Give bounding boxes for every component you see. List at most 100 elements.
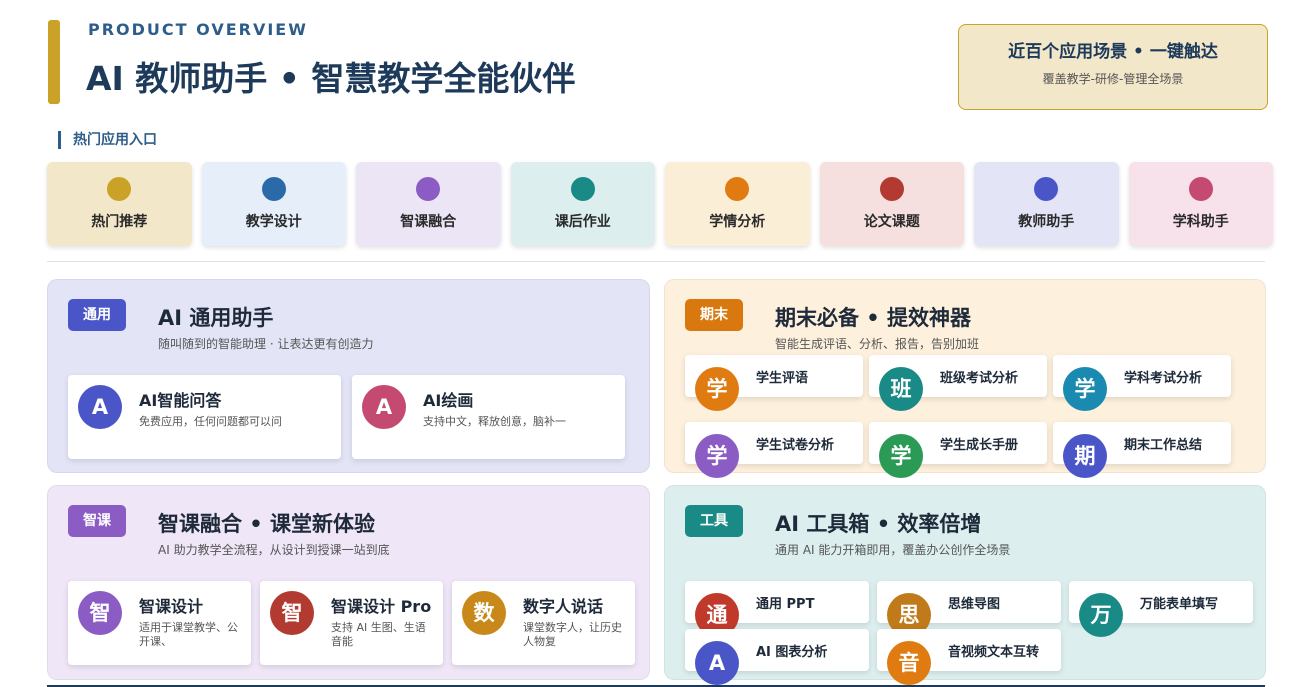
app-card-title: AI绘画 (423, 391, 474, 410)
badge-tools: 工具 (685, 505, 743, 537)
app-icon: 数 (462, 591, 506, 635)
app-item-label: 思维导图 (948, 597, 1001, 612)
app-item-label: 学生评语 (756, 371, 809, 386)
app-icon: A (695, 641, 739, 685)
hot-tile[interactable]: 学情分析 (665, 162, 810, 246)
panel-subtitle: 随叫随到的智能助理 · 让表达更有创造力 (158, 337, 374, 351)
app-card-title: 数字人说话 (523, 597, 604, 616)
app-icon: 智 (78, 591, 122, 635)
hot-tile-label: 学科助手 (1172, 214, 1229, 230)
app-card[interactable]: A AI智能问答免费应用，任何问题都可以问 (68, 375, 341, 459)
panel-final-exam: 期末 期末必备 • 提效神器 智能生成评语、分析、报告，告别加班 学学生评语班班… (664, 279, 1266, 478)
panel-ai-toolbox: 工具 AI 工具箱 • 效率倍增 通用 AI 能力开箱即用，覆盖办公创作全场景 … (664, 485, 1266, 685)
app-item[interactable]: A AI 图表分析 (685, 629, 869, 685)
hot-tiles-row: 热门推荐 教学设计 智课融合 课后作业 学情分析 论文课题 教师助手 学科助手 (47, 162, 1273, 246)
hot-tile-label: 论文课题 (863, 214, 920, 230)
app-item-label: 期末工作总结 (1124, 438, 1203, 453)
app-item-label: 学生试卷分析 (756, 438, 835, 453)
circle-icon (725, 177, 750, 201)
app-card-desc: 课堂数字人，让历史人物复 (523, 621, 622, 648)
app-item-label: AI 图表分析 (756, 645, 828, 660)
app-card-desc: 免费应用，任何问题都可以问 (139, 415, 282, 428)
app-icon: A (362, 385, 406, 429)
hot-tile-label: 热门推荐 (91, 214, 148, 230)
app-icon: 音 (887, 641, 931, 685)
app-card[interactable]: 智智课设计适用于课堂教学、公开课、 (68, 581, 251, 665)
app-item-label: 学科考试分析 (1124, 371, 1203, 386)
promo-subtitle: 覆盖教学-研修-管理全场景 (1042, 72, 1184, 86)
panel-subtitle: 智能生成评语、分析、报告，告别加班 (775, 337, 980, 351)
app-item-label: 万能表单填写 (1140, 597, 1219, 612)
hot-tile[interactable]: 教师助手 (974, 162, 1119, 246)
hot-tile[interactable]: 热门推荐 (47, 162, 192, 246)
app-icon: 期 (1063, 434, 1107, 478)
hot-tile[interactable]: 智课融合 (356, 162, 501, 246)
panel-subtitle: 通用 AI 能力开箱即用，覆盖办公创作全场景 (775, 543, 1011, 557)
section-divider (47, 261, 1265, 262)
app-icon: 学 (695, 434, 739, 478)
app-item[interactable]: 学 学生评语 (685, 355, 863, 411)
hot-tile-label: 智课融合 (400, 214, 457, 230)
circle-icon (1188, 177, 1213, 201)
app-icon: 学 (695, 367, 739, 411)
app-item[interactable]: 学 学生成长手册 (869, 422, 1047, 478)
app-icon: 万 (1079, 593, 1123, 637)
panel-title: AI 工具箱 • 效率倍增 (775, 512, 982, 536)
hot-tile[interactable]: 学科助手 (1128, 162, 1273, 246)
panel-title: 期末必备 • 提效神器 (775, 306, 972, 330)
app-item-label: 通用 PPT (756, 597, 815, 612)
app-icon: 学 (1063, 367, 1107, 411)
app-card[interactable]: 数数字人说话课堂数字人，让历史人物复 (452, 581, 635, 665)
app-item[interactable]: 班 班级考试分析 (869, 355, 1047, 411)
panel-general-assistant: 通用 AI 通用助手 随叫随到的智能助理 · 让表达更有创造力 A AI智能问答免… (47, 279, 650, 473)
badge-general: 通用 (68, 299, 126, 331)
app-card-title: 智课设计 (139, 597, 204, 616)
badge-final: 期末 (685, 299, 743, 331)
hot-tile[interactable]: 教学设计 (201, 162, 346, 246)
hot-tile-label: 教学设计 (245, 214, 302, 230)
hot-section-label: 热门应用入口 (58, 131, 157, 149)
circle-icon (570, 177, 595, 201)
badge-smart: 智课 (68, 505, 126, 537)
app-icon: A (78, 385, 122, 429)
header-accent-bar (48, 20, 60, 104)
app-card-title: AI智能问答 (139, 391, 222, 410)
circle-icon (261, 177, 286, 201)
panel-title: 智课融合 • 课堂新体验 (158, 512, 376, 536)
hot-tile-label: 课后作业 (554, 214, 611, 230)
app-item[interactable]: 学 学科考试分析 (1053, 355, 1231, 411)
app-item[interactable]: 思思维导图 (877, 581, 1061, 637)
panel-subtitle: AI 助力教学全流程，从设计到授课一站到底 (158, 543, 390, 557)
app-icon: 学 (879, 434, 923, 478)
promo-title: 近百个应用场景 • 一键触达 (1008, 42, 1218, 62)
panel-smart-class: 智课 智课融合 • 课堂新体验 AI 助力教学全流程，从设计到授课一站到底 智智… (47, 485, 650, 680)
app-item[interactable]: 通通用 PPT (685, 581, 869, 637)
panel-title: AI 通用助手 (158, 306, 274, 330)
app-icon: 智 (270, 591, 314, 635)
app-item[interactable]: 音 音视频文本互转 (877, 629, 1061, 685)
app-card-desc: 适用于课堂教学、公开课、 (139, 621, 238, 648)
app-icon: 班 (879, 367, 923, 411)
app-card-desc: 支持中文，释放创意，脑补一 (423, 415, 566, 428)
circle-icon (879, 177, 904, 201)
app-item-label: 学生成长手册 (940, 438, 1019, 453)
app-item[interactable]: 万 万能表单填写 (1069, 581, 1253, 637)
circle-icon (107, 177, 132, 201)
circle-icon (416, 177, 441, 201)
circle-icon (1034, 177, 1059, 201)
app-card-title: 智课设计 Pro (331, 597, 432, 616)
app-item[interactable]: 期 期末工作总结 (1053, 422, 1231, 478)
page-title: AI 教师助手 • 智慧教学全能伙伴 (86, 59, 576, 98)
promo-box: 近百个应用场景 • 一键触达 覆盖教学-研修-管理全场景 (958, 24, 1268, 110)
hot-tile-label: 教师助手 (1018, 214, 1075, 230)
app-item-label: 班级考试分析 (940, 371, 1019, 386)
overview-label: PRODUCT OVERVIEW (88, 20, 308, 39)
app-card-desc: 支持 AI 生图、生语音能 (331, 621, 426, 648)
hot-tile-label: 学情分析 (709, 214, 766, 230)
hot-tile[interactable]: 课后作业 (510, 162, 655, 246)
app-card[interactable]: A AI绘画支持中文，释放创意，脑补一 (352, 375, 625, 459)
app-item[interactable]: 学 学生试卷分析 (685, 422, 863, 478)
app-card[interactable]: 智智课设计 Pro 支持 AI 生图、生语音能 (260, 581, 443, 665)
app-item-label: 音视频文本互转 (948, 645, 1040, 660)
hot-tile[interactable]: 论文课题 (819, 162, 964, 246)
